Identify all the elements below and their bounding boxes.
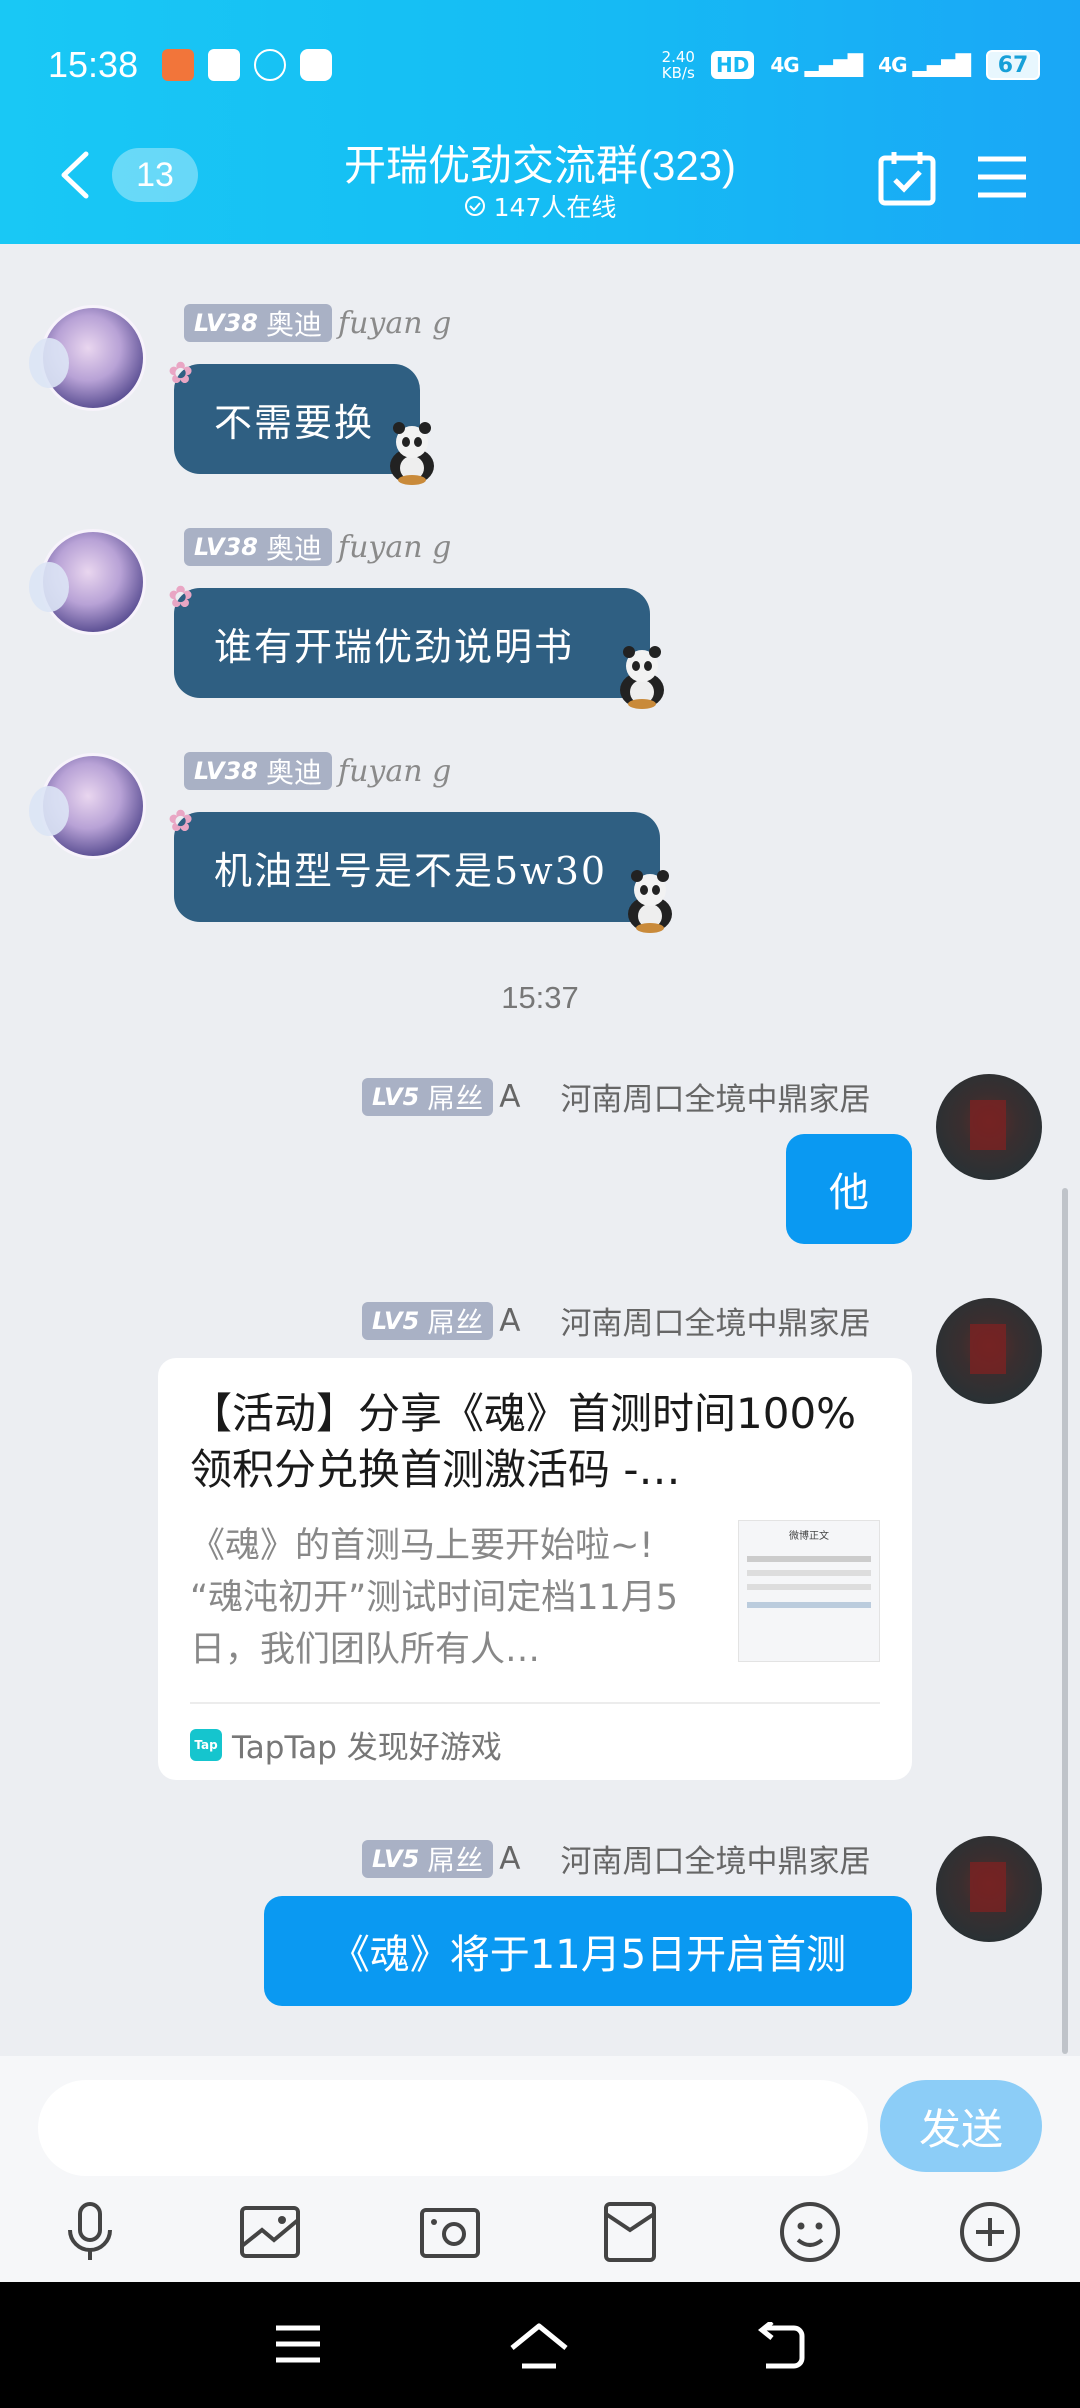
send-button[interactable]: 发送 xyxy=(880,2080,1042,2172)
input-toolbar xyxy=(0,2196,1080,2276)
message-bubble[interactable]: ✿ 谁有开瑞优劲说明书 xyxy=(168,580,650,698)
sender-info: LV38 奥迪 fuyan g xyxy=(184,528,451,566)
flower-decoration: ✿ xyxy=(168,804,196,839)
group-nickname: 河南周口全境中鼎家居 xyxy=(560,1082,871,1118)
signal-icon-2: 4G ▂▄▆█ xyxy=(878,53,971,77)
nav-bar: 13 开瑞优劲交流群(323) 147人在线 xyxy=(0,122,1080,232)
signal-icon-1: 4G ▂▄▆█ xyxy=(770,53,863,77)
sender-info: LV5 屌丝 A 河南周口全境中鼎家居 xyxy=(362,1298,871,1343)
card-thumbnail: 微博正文 xyxy=(738,1520,880,1662)
sender-name: fuyan g xyxy=(337,753,452,789)
sender-name: A xyxy=(499,1302,521,1339)
browser-icon xyxy=(300,49,333,81)
back-nav-icon[interactable] xyxy=(754,2322,806,2370)
status-bar: 15:38 2.40 KB/s HD 4G ▂▄▆█ 4G ▂▄▆█ 67 xyxy=(48,40,1040,90)
avatar[interactable] xyxy=(29,529,146,635)
panda-sticker-icon xyxy=(628,870,672,933)
sender-info: LV38 奥迪 fuyan g xyxy=(184,752,451,790)
message-bubble[interactable]: 《魂》将于11月5日开启首测 xyxy=(264,1896,912,2006)
emoji-icon[interactable] xyxy=(774,2196,846,2268)
level-badge: LV5 屌丝 xyxy=(362,1839,494,1878)
input-area: 发送 xyxy=(0,2056,1080,2282)
sender-name: A xyxy=(499,1078,521,1115)
hd-icon: HD xyxy=(710,51,755,79)
panda-sticker-icon xyxy=(620,646,664,709)
microphone-icon[interactable] xyxy=(54,2196,126,2268)
panda-sticker-icon xyxy=(390,422,434,485)
card-source: Tap TapTap 发现好游戏 xyxy=(190,1722,502,1767)
image-icon[interactable] xyxy=(234,2196,306,2268)
shared-link-card[interactable]: 【活动】分享《魂》首测时间100%领积分兑换首测激活码 -… 《魂》的首测马上要… xyxy=(158,1358,912,1780)
battery-icon: 67 xyxy=(986,50,1040,80)
red-packet-icon[interactable] xyxy=(594,2196,666,2268)
sender-info: LV38 奥迪 fuyan g xyxy=(184,304,451,342)
menu-icon[interactable] xyxy=(976,154,1028,200)
avatar[interactable] xyxy=(29,753,146,859)
scrollbar[interactable] xyxy=(1062,1188,1068,2054)
message-bubble[interactable]: ✿ 机油型号是不是5w30 xyxy=(168,804,660,922)
plus-icon[interactable] xyxy=(954,2196,1026,2268)
sender-info: LV5 屌丝 A 河南周口全境中鼎家居 xyxy=(362,1074,871,1119)
recent-apps-icon[interactable] xyxy=(274,2322,322,2366)
avatar[interactable] xyxy=(936,1298,1042,1404)
sender-info: LV5 屌丝 A 河南周口全境中鼎家居 xyxy=(362,1836,871,1881)
net-speed: 2.40 KB/s xyxy=(661,48,695,82)
sender-name: fuyan g xyxy=(337,305,452,341)
message-text: 不需要换 xyxy=(214,400,375,445)
notification-icons xyxy=(162,49,333,81)
avatar[interactable] xyxy=(29,305,146,411)
chat-header: 15:38 2.40 KB/s HD 4G ▂▄▆█ 4G ▂▄▆█ 67 13… xyxy=(0,0,1080,244)
level-badge: LV5 屌丝 xyxy=(362,1077,494,1116)
wechat-icon xyxy=(254,49,287,81)
group-nickname: 河南周口全境中鼎家居 xyxy=(560,1306,871,1342)
message-text: 机油型号是不是5w30 xyxy=(214,848,608,893)
message-input[interactable] xyxy=(38,2080,868,2176)
level-badge: LV5 屌丝 xyxy=(362,1301,494,1340)
card-title: 【活动】分享《魂》首测时间100%领积分兑换首测激活码 -… xyxy=(190,1389,857,1494)
flower-decoration: ✿ xyxy=(168,580,196,615)
level-badge: LV38 奥迪 xyxy=(184,752,332,790)
level-badge: LV38 奥迪 xyxy=(184,304,332,342)
group-nickname: 河南周口全境中鼎家居 xyxy=(560,1844,871,1880)
time-divider: 15:37 xyxy=(501,980,579,1015)
avatar[interactable] xyxy=(936,1074,1042,1180)
sender-name: fuyan g xyxy=(337,529,452,565)
camera-icon[interactable] xyxy=(414,2196,486,2268)
status-right: 2.40 KB/s HD 4G ▂▄▆█ 4G ▂▄▆█ 67 xyxy=(662,49,1040,81)
taobao-icon xyxy=(162,49,195,81)
card-summary: 《魂》的首测马上要开始啦~! “魂沌初开”测试时间定档11月5日，我们团队所有人… xyxy=(190,1526,679,1670)
sender-name: A xyxy=(499,1840,521,1877)
online-check-icon xyxy=(464,196,485,216)
message-text: 《魂》将于11月5日开启首测 xyxy=(329,1932,847,1978)
taptap-icon: Tap xyxy=(190,1728,222,1761)
card-divider xyxy=(190,1702,880,1704)
calendar-check-icon[interactable] xyxy=(878,150,936,206)
status-time: 15:38 xyxy=(48,44,139,85)
level-badge: LV38 奥迪 xyxy=(184,528,332,566)
flower-decoration: ✿ xyxy=(168,356,196,391)
app-icon xyxy=(208,49,241,81)
home-icon[interactable] xyxy=(508,2322,570,2370)
system-nav-bar xyxy=(0,2282,1080,2408)
avatar[interactable] xyxy=(936,1836,1042,1942)
message-text: 谁有开瑞优劲说明书 xyxy=(214,624,575,669)
message-text: 他 xyxy=(829,1170,869,1216)
message-bubble[interactable]: 他 xyxy=(786,1134,912,1244)
